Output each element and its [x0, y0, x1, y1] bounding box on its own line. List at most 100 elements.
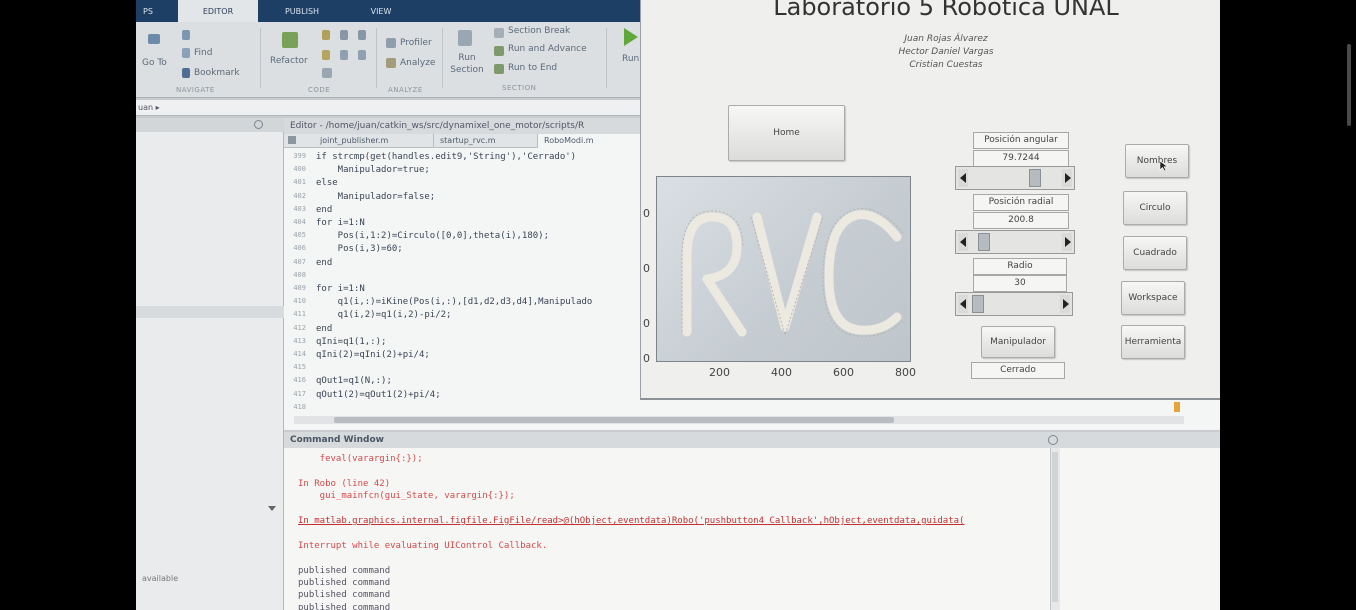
radius-value[interactable]: 30	[973, 275, 1067, 292]
herramienta-button[interactable]: Herramienta	[1121, 325, 1185, 359]
slider-right-arrow-icon[interactable]	[1062, 169, 1072, 187]
line-number: 417	[293, 389, 306, 398]
command-output-line: Interrupt while evaluating UIControl Cal…	[298, 540, 548, 551]
ribbon-divider	[260, 28, 261, 88]
code-line: end	[316, 257, 333, 268]
tab-view[interactable]: VIEW	[346, 0, 416, 22]
go-to-icon	[148, 34, 160, 44]
profiler-button[interactable]: Profiler	[400, 38, 432, 48]
scroll-thumb[interactable]	[334, 417, 894, 423]
angular-position-label: Posición angular	[973, 132, 1069, 149]
tab-publish[interactable]: PUBLISH	[262, 0, 342, 22]
slider-right-arrow-icon[interactable]	[1062, 233, 1072, 251]
command-output-line: In Robo (line 42)	[298, 478, 391, 489]
radius-slider[interactable]	[955, 292, 1073, 316]
tab-apps[interactable]: PS	[136, 0, 160, 22]
refactor-button[interactable]: Refactor	[270, 56, 308, 66]
radial-position-label: Posición radial	[973, 194, 1069, 211]
wrap-icon[interactable]	[358, 30, 366, 40]
y-tick-label: 0	[643, 317, 650, 330]
run-and-advance-button[interactable]: Run and Advance	[508, 44, 587, 54]
details-text: available	[142, 574, 179, 583]
code-line: Manipulador=false;	[316, 191, 436, 202]
code-line: Pos(i,1:2)=Circulo([0,0],theta(i),180);	[316, 231, 549, 242]
tab-editor[interactable]: EDITOR	[178, 0, 258, 22]
manipulador-state[interactable]: Cerrado	[971, 362, 1065, 379]
run-section-icon	[458, 30, 472, 46]
run-to-end-icon	[494, 64, 504, 74]
decrease-indent-icon[interactable]	[340, 50, 348, 60]
increase-indent-icon[interactable]	[358, 50, 366, 60]
bookmark-button[interactable]: Bookmark	[194, 68, 240, 78]
line-number: 406	[293, 244, 306, 253]
angular-position-value[interactable]: 79.7244	[973, 150, 1069, 167]
author-2: Hector Daniel Vargas	[898, 47, 994, 57]
comment-icon[interactable]	[322, 30, 330, 40]
run-button[interactable]: Run	[622, 54, 639, 64]
tab-robomodi[interactable]: RoboModi.m	[538, 134, 642, 148]
scroll-thumb[interactable]	[1052, 452, 1058, 602]
command-vertical-scrollbar[interactable]	[1050, 448, 1060, 610]
panel-actions-icon[interactable]	[1048, 435, 1058, 445]
circulo-button[interactable]: Circulo	[1123, 191, 1187, 225]
section-break-button[interactable]: Section Break	[508, 26, 570, 36]
tab-startup-rvc[interactable]: startup_rvc.m	[434, 134, 538, 148]
nombres-button[interactable]: Nombres	[1125, 144, 1189, 178]
command-output-line: published command	[298, 565, 391, 576]
run-icon[interactable]	[624, 28, 638, 46]
line-number: 410	[293, 297, 306, 306]
cuadrado-button[interactable]: Cuadrado	[1123, 236, 1187, 270]
author-3: Cristian Cuestas	[909, 60, 983, 70]
code-line: Manipulador=true;	[316, 165, 430, 176]
slider-thumb[interactable]	[977, 233, 990, 251]
analyze-icon	[386, 58, 396, 68]
indent-icon[interactable]	[322, 50, 330, 60]
line-number: 416	[293, 376, 306, 385]
uncomment-icon[interactable]	[340, 30, 348, 40]
command-output-line[interactable]: In matlab.graphics.internal.figfile.FigF…	[298, 516, 964, 526]
ribbon-divider	[606, 28, 607, 88]
current-folder-panel: available	[136, 118, 284, 610]
code-line: end	[316, 204, 333, 215]
ribbon-divider	[376, 28, 377, 88]
workspace-button[interactable]: Workspace	[1121, 281, 1185, 315]
go-to-button[interactable]: Go To	[142, 58, 167, 68]
slider-left-arrow-icon[interactable]	[958, 169, 968, 187]
command-output[interactable]: feval(varargin{:}); In Robo (line 42) gui…	[298, 454, 1046, 610]
code-line: else	[316, 178, 338, 189]
editor-horizontal-scrollbar[interactable]	[294, 416, 1184, 424]
home-button[interactable]: Home	[728, 105, 845, 161]
y-tick-label: 0	[643, 207, 650, 220]
line-number: 399	[293, 152, 306, 160]
plot-axes[interactable]: RVC	[656, 176, 911, 362]
selected-file-row[interactable]	[136, 306, 284, 318]
run-section-button[interactable]: Run Section	[450, 52, 484, 76]
code-line: end	[316, 323, 333, 334]
slider-thumb[interactable]	[1029, 169, 1042, 187]
code-section-label: CODE	[308, 86, 331, 94]
code-line: qIni(2)=qIni(2)+pi/4;	[316, 350, 430, 360]
current-folder-path[interactable]: uan ▸	[136, 100, 656, 116]
run-to-end-button[interactable]: Run to End	[508, 63, 557, 73]
radial-position-slider[interactable]	[955, 230, 1075, 254]
chevron-down-icon[interactable]	[268, 506, 276, 511]
slider-right-arrow-icon[interactable]	[1060, 295, 1070, 313]
analyze-button[interactable]: Analyze	[400, 58, 435, 68]
radial-position-value[interactable]: 200.8	[973, 212, 1069, 229]
new-tab-icon[interactable]	[288, 136, 296, 144]
command-output-line: published command	[298, 590, 391, 601]
slider-thumb[interactable]	[972, 295, 985, 313]
screen-border	[1220, 0, 1356, 610]
panel-actions-icon[interactable]	[254, 120, 263, 129]
smart-indent-icon[interactable]	[322, 68, 332, 78]
find-button[interactable]: Find	[194, 48, 212, 58]
slider-left-arrow-icon[interactable]	[958, 295, 968, 313]
command-output-line: published command	[298, 602, 391, 610]
slider-left-arrow-icon[interactable]	[958, 233, 968, 251]
refactor-icon	[282, 32, 298, 48]
angular-position-slider[interactable]	[955, 166, 1075, 190]
tab-joint-publisher[interactable]: joint_publisher.m	[314, 134, 434, 148]
manipulador-button[interactable]: Manipulador	[981, 326, 1055, 358]
back-icon[interactable]	[182, 30, 190, 40]
mouse-cursor-icon	[1159, 160, 1169, 172]
